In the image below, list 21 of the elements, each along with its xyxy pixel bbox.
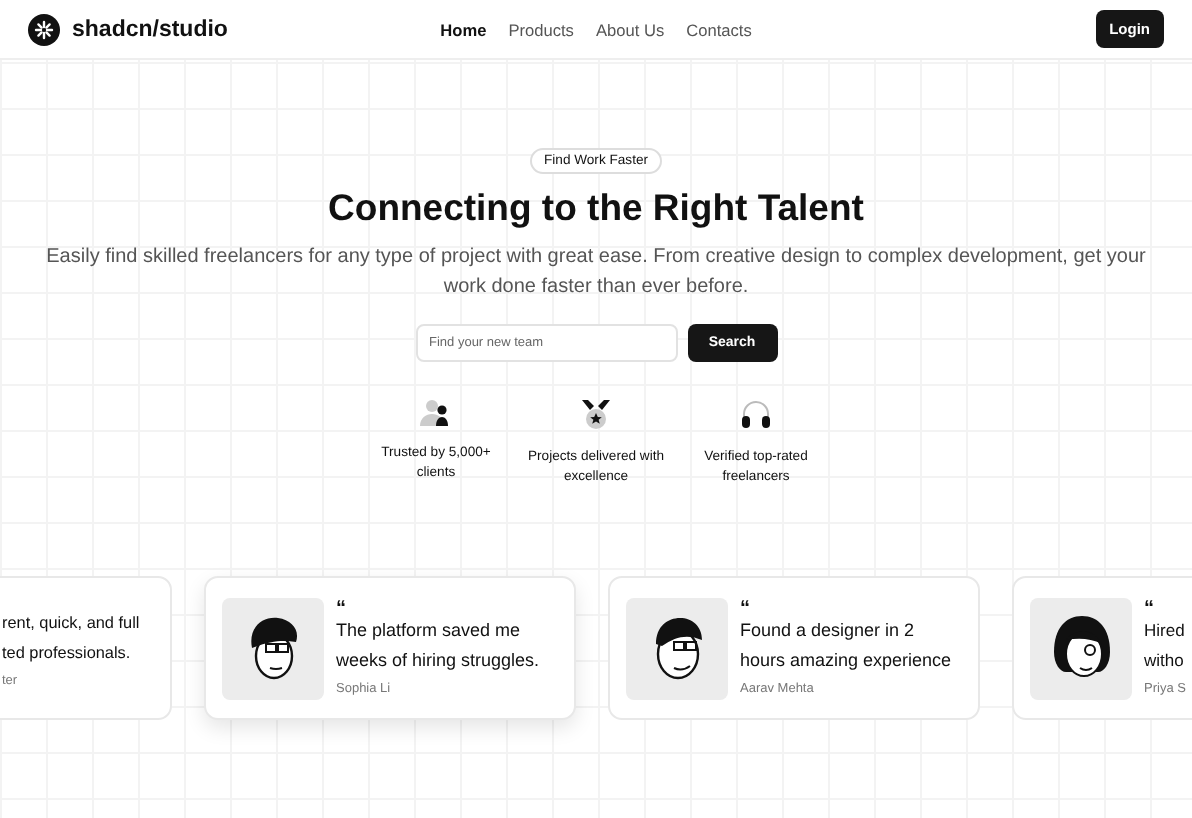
testimonial-quote: The platform saved me weeks of hiring struggles. xyxy=(336,617,542,674)
quote-mark: “ xyxy=(1144,601,1156,615)
nav-link[interactable]: Home xyxy=(440,19,487,39)
avatar-drawing xyxy=(222,597,324,699)
headphones-icon xyxy=(740,398,772,430)
nav-link[interactable]: About Us xyxy=(595,19,665,39)
avatar-drawing xyxy=(626,597,728,699)
avatar-drawing xyxy=(1030,597,1132,699)
testimonial-quote: Found a designer in 2 hours amazing experience xyxy=(740,617,954,674)
nav-link[interactable]: Contacts xyxy=(686,19,752,39)
logo-icon xyxy=(28,13,60,45)
brand-name: shadcn/studio xyxy=(72,17,228,41)
nav-link[interactable]: Products xyxy=(508,19,574,39)
hero-title: Connecting to the Right Talent xyxy=(328,186,864,230)
hero-subtitle: Easily find skilled freelancers for any type of project with great ease. From creative design to complex development, get your work done faster than ever before. xyxy=(44,244,1148,302)
quote-mark: “ xyxy=(740,601,752,615)
users-icon xyxy=(420,398,452,426)
testimonial-quote: Hired witho xyxy=(1144,617,1187,673)
quote-mark: “ xyxy=(336,601,348,615)
testimonial-quote: rent, quick, and full ted professionals. xyxy=(2,612,142,666)
medal-icon xyxy=(580,398,612,430)
